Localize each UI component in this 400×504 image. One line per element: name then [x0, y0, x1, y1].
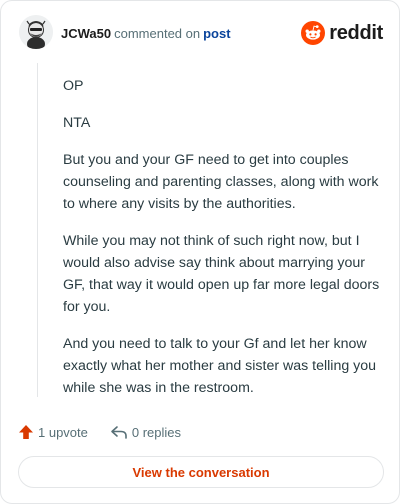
- comment-paragraph: OP: [63, 78, 84, 94]
- thread-line: [37, 63, 38, 397]
- reddit-brand[interactable]: reddit: [301, 20, 383, 46]
- user-avatar[interactable]: [19, 15, 53, 49]
- comment-body: OP NTA But you and your GF need to get i…: [63, 75, 381, 414]
- comment-actions: 1 upvote 0 replies: [18, 421, 203, 443]
- view-conversation-button[interactable]: View the conversation: [18, 456, 384, 488]
- upvote-button[interactable]: 1 upvote: [18, 424, 88, 440]
- reddit-logo-icon: [301, 21, 326, 45]
- comment-paragraph: But you and your GF need to get into cou…: [63, 152, 379, 212]
- replies-count: 0 replies: [131, 424, 182, 440]
- upvote-count: 1 upvote: [38, 424, 88, 440]
- comment-meta: JCWa50 commented on post: [61, 26, 231, 41]
- reply-arrow-icon: [111, 426, 127, 439]
- meta-action-text: commented on: [114, 26, 201, 41]
- comment-header: JCWa50 commented on post reddit: [19, 15, 383, 55]
- upvote-arrow-icon: [19, 425, 33, 439]
- comment-paragraph: And you need to talk to your Gf and let …: [63, 336, 377, 396]
- comment-paragraph: NTA: [63, 115, 91, 131]
- post-link[interactable]: post: [203, 26, 230, 41]
- comment-embed-card: JCWa50 commented on post reddit OP NTA But…: [0, 0, 400, 504]
- username-link[interactable]: JCWa50: [61, 26, 111, 41]
- avatar-icon: [19, 15, 53, 49]
- reddit-wordmark: reddit: [329, 21, 383, 44]
- comment-paragraph: While you may not think of such right no…: [63, 233, 380, 315]
- replies-button[interactable]: 0 replies: [110, 424, 181, 440]
